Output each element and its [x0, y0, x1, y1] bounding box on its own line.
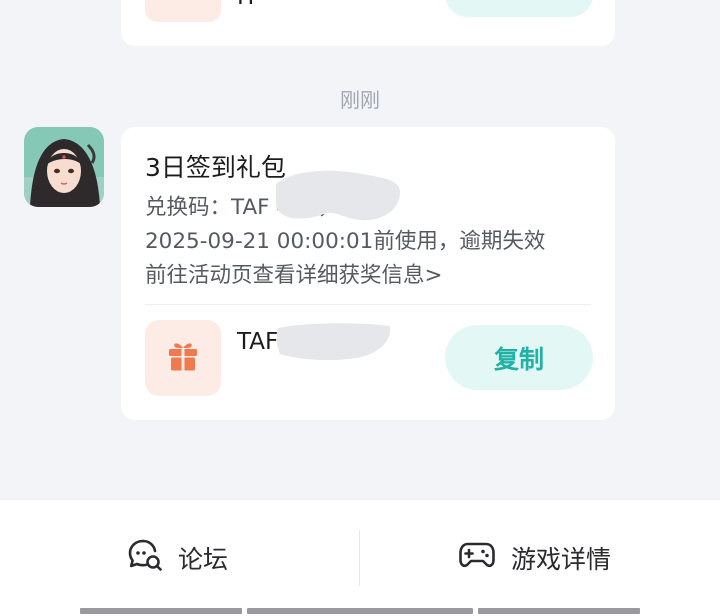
gamepad-icon — [459, 540, 511, 576]
previous-copy-button[interactable] — [445, 0, 593, 17]
previous-message-card: H — [121, 0, 615, 46]
copy-button[interactable]: 复制 — [445, 325, 593, 390]
message-time-label: 刚刚 — [340, 88, 380, 112]
tab-divider — [359, 530, 360, 586]
activity-page-link[interactable]: 前往活动页查看详细获奖信息> — [145, 259, 585, 293]
chat-search-icon — [128, 538, 178, 578]
tab-forum[interactable]: 论坛 — [128, 530, 228, 586]
bottom-navigation: 论坛 游戏详情 — [0, 500, 720, 616]
code-redaction-blur — [272, 166, 404, 224]
message-title: 3日签到礼包 — [145, 153, 286, 182]
gift-icon-box — [145, 320, 221, 396]
previous-gift-icon-box — [145, 0, 221, 22]
message-body-line: 2025-09-21 00:00:01前使用，逾期失效 — [145, 229, 546, 254]
gesture-bar — [478, 608, 640, 614]
gesture-bar — [247, 608, 473, 614]
game-avatar[interactable] — [24, 127, 104, 207]
tab-forum-label: 论坛 — [178, 545, 229, 574]
previous-code-text: H — [237, 0, 254, 10]
code-redaction-blur — [276, 322, 392, 362]
card-divider — [145, 304, 591, 305]
gift-icon — [166, 339, 200, 377]
tab-game-detail-label: 游戏详情 — [511, 545, 612, 574]
gesture-bar — [80, 608, 242, 614]
tab-game-detail[interactable]: 游戏详情 — [459, 530, 611, 586]
